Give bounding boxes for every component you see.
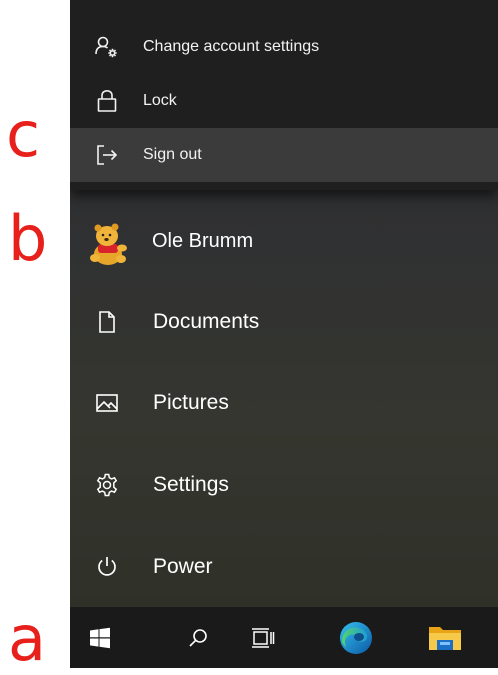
change-account-settings-label: Change account settings <box>143 38 320 55</box>
pictures-label: Pictures <box>153 391 229 414</box>
task-view-icon <box>252 627 275 648</box>
pictures-icon <box>94 390 120 416</box>
annotation-a: a <box>8 602 46 675</box>
settings-item[interactable]: Settings <box>70 455 498 515</box>
power-icon <box>94 554 120 580</box>
sign-out-icon <box>94 142 120 168</box>
documents-label: Documents <box>153 310 260 333</box>
sign-out-label: Sign out <box>143 146 202 163</box>
start-icon <box>90 627 110 648</box>
gear-icon <box>94 472 120 498</box>
account-settings-icon <box>94 34 120 60</box>
pictures-item[interactable]: Pictures <box>70 373 498 433</box>
winnie-the-pooh-avatar <box>86 220 130 266</box>
taskbar <box>70 607 498 668</box>
start-menu: Change account settings Lock Sign out Ol… <box>70 0 498 607</box>
lock-label: Lock <box>143 92 177 109</box>
start-button[interactable] <box>70 607 130 668</box>
file-explorer-icon <box>429 626 461 650</box>
user-name: Ole Brumm <box>152 230 254 252</box>
settings-label: Settings <box>153 473 229 496</box>
file-explorer-button[interactable] <box>415 607 475 668</box>
task-view-button[interactable] <box>233 607 293 668</box>
account-flyout: Change account settings Lock Sign out <box>70 0 498 190</box>
annotation-c: c <box>6 98 41 171</box>
lock-icon <box>94 88 120 114</box>
edge-icon <box>340 621 372 654</box>
annotation-b: b <box>8 202 48 275</box>
edge-button[interactable] <box>326 607 386 668</box>
lock-item[interactable]: Lock <box>70 74 498 128</box>
sign-out-item[interactable]: Sign out <box>70 128 498 182</box>
user-account-button[interactable]: Ole Brumm <box>70 214 498 272</box>
document-icon <box>94 309 120 335</box>
power-item[interactable]: Power <box>70 537 498 597</box>
search-icon <box>189 628 207 647</box>
documents-item[interactable]: Documents <box>70 292 498 352</box>
change-account-settings-item[interactable]: Change account settings <box>70 20 498 74</box>
power-label: Power <box>153 555 213 578</box>
search-button[interactable] <box>168 607 228 668</box>
